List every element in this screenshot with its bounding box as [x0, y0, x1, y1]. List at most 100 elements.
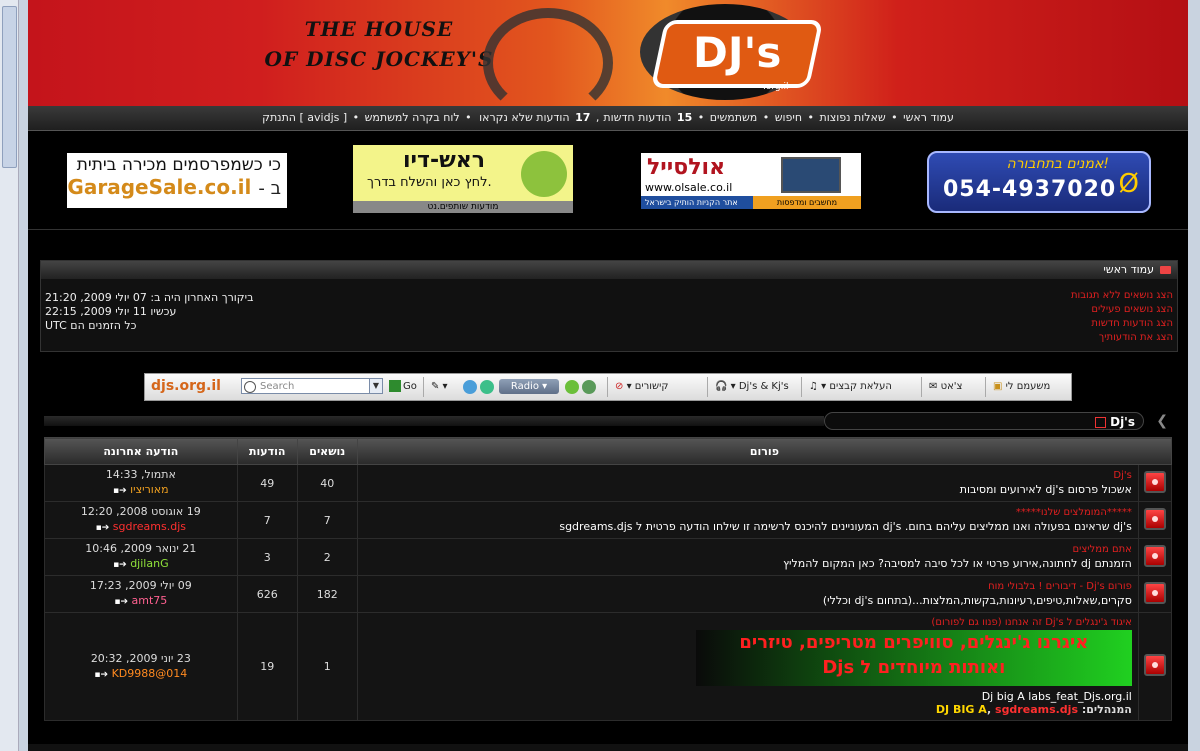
media-controls[interactable]	[565, 379, 597, 397]
olsale-ad[interactable]: אולסייל www.olsale.co.il מחשבים ומדפסות …	[641, 153, 861, 209]
topics-count: 1	[296, 612, 358, 721]
unread-count: 17	[575, 111, 591, 124]
forum-info-cell: אתם ממליצים הזמנתם dj לחתונה,אירוע פרטי …	[356, 538, 1139, 576]
laptop-icon	[781, 157, 841, 193]
site-logo[interactable]: DJ's	[650, 20, 824, 88]
nav-search[interactable]: חיפוש	[775, 111, 802, 124]
forum-status-icon	[1143, 507, 1166, 530]
forum-table: פורום נושאים הודעות הודעה אחרונה Dj's אש…	[44, 437, 1173, 721]
forum-info-cell: איגוד ג'ינגלים ל Dj's זה אנחנו (פנוו גם …	[356, 612, 1139, 721]
table-row: אתם ממליצים הזמנתם dj לחתונה,אירוע פרטי …	[44, 538, 1173, 576]
djs-kjs-menu[interactable]: 🎧 ▾ Dj's & Kj's	[715, 378, 789, 396]
forum-name[interactable]: *****המומלצים שלנו*****	[364, 507, 1132, 518]
scrollbar-thumb[interactable]	[2, 6, 17, 168]
phone-ad-title: אמנים בתחבורה!	[1006, 156, 1109, 172]
nav-home[interactable]: עמוד ראשי	[903, 111, 954, 124]
top-navbar: עמוד ראשי • שאלות נפוצות • חיפוש • משתמש…	[28, 106, 1188, 131]
last-post-user[interactable]: djilanG	[130, 557, 168, 570]
folder-icon	[1160, 266, 1171, 274]
play-icon[interactable]	[463, 380, 477, 394]
moderator-link[interactable]: DJ BIG A	[936, 703, 987, 716]
upload-menu[interactable]: ♫ ▾ העלאת קבצים	[809, 378, 892, 396]
forum-name[interactable]: פורום Dj's - דיבורים ! בלבולי מוח	[364, 581, 1132, 592]
volume-icon[interactable]	[565, 380, 579, 394]
table-row: *****המומלצים שלנו***** dj's שראינם בפעו…	[44, 501, 1173, 539]
go-button[interactable]: Go	[389, 378, 417, 396]
next-icon[interactable]	[480, 380, 495, 394]
garagesale-ad[interactable]: כי כשמפרסמים מכירה ביתית ב - GarageSale.…	[67, 153, 287, 208]
category-title[interactable]: Dj's	[824, 412, 1144, 430]
forum-description: dj's שראינם בפעולה ואנו ממליצים עליהם בח…	[559, 520, 1132, 533]
category-header-bar	[44, 416, 824, 426]
info-header-text[interactable]: עמוד ראשי	[1103, 263, 1154, 276]
time-info: ביקורך האחרון היה ב: 07 יולי 2009, 21:20…	[45, 291, 253, 333]
table-row: איגוד ג'ינגלים ל Dj's זה אנחנו (פנוו גם …	[44, 612, 1173, 721]
collapse-icon[interactable]	[1094, 417, 1106, 428]
category-header: Dj's ❮	[44, 410, 1172, 432]
last-post-user[interactable]: KD9988@014	[112, 667, 188, 680]
goto-post-icon[interactable]: ➔▪	[113, 484, 127, 499]
last-post-user[interactable]: amt75	[132, 594, 168, 607]
toolbar-separator	[607, 377, 608, 397]
chevron-left-icon[interactable]: ❮	[1156, 413, 1168, 429]
site-banner: THE HOUSE OF DISC JOCKEY'S DJ's .org.il	[28, 0, 1188, 106]
chat-icon: ✉	[929, 381, 938, 392]
toolbar-separator	[985, 377, 986, 397]
go-label: Go	[403, 381, 417, 392]
music-player-icons[interactable]	[463, 379, 495, 397]
roshdio-ad[interactable]: ראש-דיו לחץ כאן והשלח בדרך. מודעות שותפי…	[353, 145, 573, 215]
nav-unread[interactable]: 17 הודעות שלא נקראו	[477, 111, 590, 124]
olsale-foot-left: אתר הקניות הותיק בישראל	[645, 198, 738, 207]
goto-post-icon[interactable]: ➔▪	[94, 668, 108, 683]
link-your-posts[interactable]: הצג את הודעותיך	[1071, 331, 1173, 345]
link-active[interactable]: הצג נושאים פעילים	[1071, 303, 1173, 317]
radio-button[interactable]: Radio ▾	[499, 379, 559, 394]
jingles-promo-banner[interactable]: איגרנו ג'ינגלים, סוויפרים מטריפים, טיזרי…	[695, 630, 1132, 686]
moderators: המנהלים: DJ BIG A, sgdreams.djs	[935, 703, 1132, 716]
goto-post-icon[interactable]: ➔▪	[114, 595, 128, 610]
upload-label: העלאת קבצים	[829, 381, 892, 392]
last-post-cell: 09 יולי 2009, 17:23 amt75 ➔▪	[44, 575, 238, 613]
highlight-icon[interactable]: ✎ ▾	[431, 378, 448, 396]
forum-name[interactable]: אתם ממליצים	[364, 544, 1131, 555]
forum-status-icon	[1143, 470, 1166, 493]
search-icon	[244, 381, 256, 393]
tagline-line-2: OF DISC JOCKEY'S	[264, 47, 494, 71]
chat-button[interactable]: ✉ צ'אט	[929, 378, 962, 396]
search-placeholder: Search	[260, 381, 295, 392]
toolbar-brand[interactable]: djs.org.il	[151, 377, 221, 395]
nav-faq[interactable]: שאלות נפוצות	[820, 111, 886, 124]
garagesale-line1: כי כשמפרסמים מכירה ביתית	[76, 155, 281, 175]
link-unanswered[interactable]: הצג נושאים ללא תגובות	[1071, 289, 1173, 303]
link-new-posts[interactable]: הצג הודעות חדשות	[1071, 317, 1173, 331]
phone-ad[interactable]: אמנים בתחבורה! 054-4937020 Ø	[927, 151, 1151, 213]
nav-members[interactable]: משתמשים	[710, 111, 758, 124]
forum-status-icon	[1143, 544, 1166, 567]
nav-logout[interactable]: [ avidjs ] התנתק	[262, 111, 347, 124]
bag-icon: ▣	[993, 381, 1003, 392]
boring-button[interactable]: ▣ משעמם לי	[993, 378, 1050, 396]
last-visit: ביקורך האחרון היה ב: 07 יולי 2009, 21:20	[45, 291, 254, 304]
posts-count: 7	[236, 501, 298, 539]
browser-scrollbar[interactable]	[0, 0, 19, 751]
forum-name[interactable]: איגוד ג'ינגלים ל Dj's זה אנחנו (פנוו גם …	[364, 617, 1131, 628]
stop-icon[interactable]	[582, 380, 597, 394]
last-post-user[interactable]: sgdreams.djs	[113, 520, 186, 533]
moderator-link[interactable]: sgdreams.djs	[995, 703, 1078, 716]
last-post-user[interactable]: מאוריציו	[130, 483, 168, 496]
logo-subtext: .org.il	[763, 82, 789, 92]
topics-count: 40	[296, 464, 358, 502]
forum-description: אשכול פרסום dj's לאירועים ומסיבות	[959, 483, 1132, 496]
search-dropdown-icon[interactable]: ▼	[369, 379, 382, 393]
roshdio-subtitle: לחץ כאן והשלח בדרך.	[367, 175, 492, 190]
logo-text: DJ's	[693, 28, 782, 77]
music-note-icon: ♫	[809, 381, 818, 392]
goto-post-icon[interactable]: ➔▪	[113, 558, 127, 573]
nav-new-posts[interactable]: 15 הודעות חדשות	[601, 111, 692, 124]
goto-post-icon[interactable]: ➔▪	[96, 521, 110, 536]
posts-count: 19	[236, 612, 298, 721]
toolbar-search-input[interactable]: Search ▼	[241, 378, 383, 394]
links-menu[interactable]: ⊘ ▾ קישורים	[615, 378, 668, 396]
forum-name[interactable]: Dj's	[364, 470, 1131, 481]
nav-control-panel[interactable]: לוח בקרה למשתמש	[365, 111, 460, 124]
